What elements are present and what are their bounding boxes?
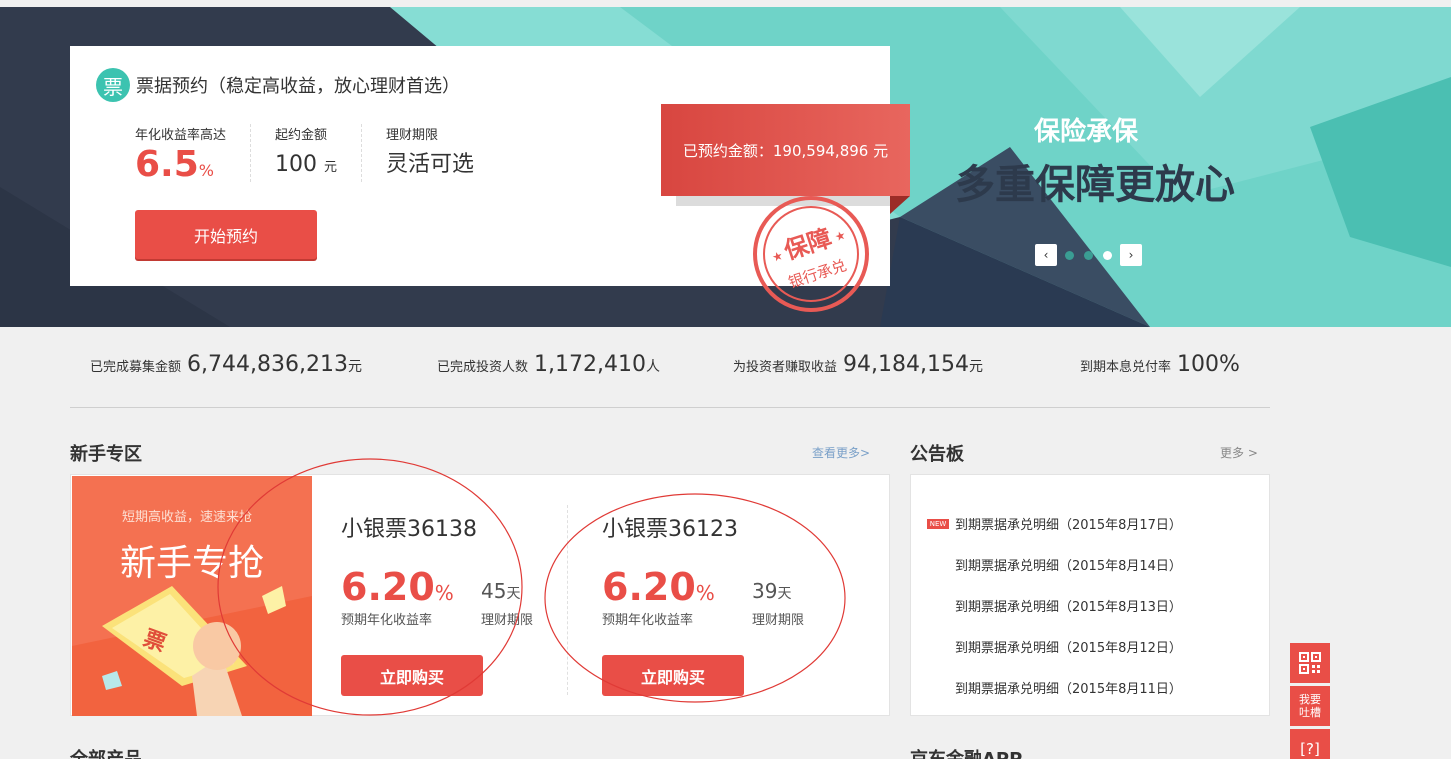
notice-item[interactable]: 到期票据承兑明细（2015年8月13日） (927, 585, 1182, 626)
product-days: 45天 (481, 579, 521, 603)
newbie-more-link[interactable]: 查看更多> (812, 444, 870, 461)
notice-item-text: 到期票据承兑明细（2015年8月12日） (955, 641, 1182, 656)
newbie-promo-panel[interactable]: 票 短期高收益，速速来抢 新手专抢 (72, 476, 312, 716)
booked-amount-ribbon: 已预约金额：190,594,896 元 (661, 104, 910, 196)
stat-raised-label: 已完成募集金额 (90, 360, 182, 375)
svg-text:★: ★ (770, 248, 785, 265)
guarantee-stamp-icon: 保障 银行承兑 ★ ★ (753, 196, 869, 312)
product-rate: 6.20% (341, 565, 454, 609)
stat-raised: 已完成募集金额 6,744,836,213元 (90, 352, 362, 377)
platform-stats: 已完成募集金额 6,744,836,213元 已完成投资人数 1,172,410人 … (90, 352, 1270, 382)
stat-raised-value: 6,744,836,213 (187, 352, 348, 377)
app-section-title: 京东金融APP (910, 745, 1022, 759)
notice-item[interactable]: 到期票据承兑明细（2015年8月12日） (927, 626, 1182, 667)
promo-title: 票据预约（稳定高收益，放心理财首选） (136, 76, 460, 97)
newbie-promo-subtitle: 短期高收益，速速来抢 (122, 510, 253, 525)
notice-item-text: 到期票据承兑明细（2015年8月11日） (955, 682, 1182, 697)
product-rate-label: 预期年化收益率 (602, 613, 694, 628)
new-badge: NEW (927, 518, 949, 529)
newbie-section-title: 新手专区 (70, 444, 142, 465)
carousel-dots (1055, 250, 1112, 260)
buy-now-button[interactable]: 立即购买 (602, 655, 744, 696)
notice-board: NEW 到期票据承兑明细（2015年8月17日） 到期票据承兑明细（2015年8月1… (910, 474, 1270, 716)
notice-item-text: 到期票据承兑明细（2015年8月14日） (955, 559, 1182, 574)
floating-sidebar: 我要 吐槽 [?] (1290, 643, 1330, 759)
svg-text:保障: 保障 (780, 224, 835, 266)
stat-payout-label: 到期本息兑付率 (1080, 360, 1172, 375)
notice-more-link[interactable]: 更多 > (1220, 444, 1258, 461)
product-days: 39天 (752, 579, 792, 603)
carousel-dot[interactable] (1065, 250, 1074, 260)
feedback-button[interactable]: 我要 吐槽 (1290, 686, 1330, 726)
product-rate-label: 预期年化收益率 (341, 613, 433, 628)
stat-earnings-unit: 元 (968, 359, 983, 375)
carousel-dot[interactable] (1084, 250, 1093, 260)
metric-min-amount: 起约金额 100 元 (275, 124, 363, 182)
buy-now-button[interactable]: 立即购买 (341, 655, 483, 696)
stat-earnings: 为投资者赚取收益 94,184,154元 (733, 352, 983, 377)
metric-min-label: 起约金额 (275, 128, 328, 143)
stat-payout-rate: 到期本息兑付率 100% (1080, 352, 1240, 377)
metric-min-value: 100 元 (275, 152, 338, 177)
bill-icon: 票 (96, 68, 130, 102)
notice-item[interactable]: NEW 到期票据承兑明细（2015年8月17日） (927, 503, 1182, 544)
product-separator (567, 505, 568, 695)
carousel-next-button[interactable]: › (1120, 244, 1142, 266)
insurance-headline: 多重保障更放心 (955, 162, 1235, 208)
newbie-promo-headline: 新手专抢 (120, 543, 265, 584)
metric-rate-label: 年化收益率高达 (135, 128, 227, 143)
newbie-zone: 票 短期高收益，速速来抢 新手专抢 小银票36138 6.20% 45天 预期年… (70, 474, 890, 716)
qr-code-icon[interactable] (1290, 643, 1330, 683)
product-days-label: 理财期限 (481, 613, 534, 628)
stat-investors-label: 已完成投资人数 (437, 360, 529, 375)
stat-investors: 已完成投资人数 1,172,410人 (437, 352, 660, 377)
notice-section-title: 公告板 (910, 444, 964, 465)
metric-rate-value: 6.5% (135, 144, 214, 185)
notice-item-text: 到期票据承兑明细（2015年8月13日） (955, 600, 1182, 615)
carousel-controls: ‹ › (1035, 244, 1142, 266)
start-booking-button[interactable]: 开始预约 (135, 210, 317, 259)
product-name[interactable]: 小银票36138 (341, 511, 477, 543)
notice-list: NEW 到期票据承兑明细（2015年8月17日） 到期票据承兑明细（2015年8月1… (927, 503, 1182, 708)
stat-payout-value: 100% (1177, 352, 1240, 377)
product-rate: 6.20% (602, 565, 715, 609)
help-icon[interactable]: [?] (1290, 729, 1330, 759)
promo-metrics: 年化收益率高达 6.5% 起约金额 100 元 理财期限 灵活可选 (135, 124, 522, 185)
stat-raised-unit: 元 (347, 359, 362, 375)
promo-header: 票 票据预约（稳定高收益，放心理财首选） (96, 68, 460, 102)
ribbon-fold (890, 196, 910, 214)
svg-text:★: ★ (833, 228, 848, 245)
carousel-prev-button[interactable]: ‹ (1035, 244, 1057, 266)
section-divider (70, 407, 1270, 408)
carousel-dot[interactable] (1103, 250, 1112, 260)
notice-item[interactable]: 到期票据承兑明细（2015年8月11日） (927, 667, 1182, 708)
notice-item[interactable]: 到期票据承兑明细（2015年8月14日） (927, 544, 1182, 585)
metric-term-label: 理财期限 (386, 128, 439, 143)
metric-term: 理财期限 灵活可选 (386, 124, 498, 182)
stat-investors-value: 1,172,410 (534, 352, 646, 377)
notice-item-text: 到期票据承兑明细（2015年8月17日） (955, 518, 1182, 533)
product-name[interactable]: 小银票36123 (602, 511, 738, 543)
product-days-label: 理财期限 (752, 613, 805, 628)
hero-banner: 票 票据预约（稳定高收益，放心理财首选） 年化收益率高达 6.5% 起约金额 1… (0, 7, 1451, 327)
metric-term-value: 灵活可选 (386, 152, 475, 177)
stat-investors-unit: 人 (645, 359, 660, 375)
product-card: 小银票36138 6.20% 45天 预期年化收益率 理财期限 立即购买 (311, 475, 571, 715)
stat-earnings-label: 为投资者赚取收益 (733, 360, 838, 375)
metric-rate: 年化收益率高达 6.5% (135, 124, 252, 185)
all-products-title: 全部产品 (70, 745, 142, 759)
stat-earnings-value: 94,184,154 (843, 352, 969, 377)
product-card: 小银票36123 6.20% 39天 预期年化收益率 理财期限 立即购买 (572, 475, 832, 715)
insurance-subtitle: 保险承保 (1034, 117, 1139, 147)
